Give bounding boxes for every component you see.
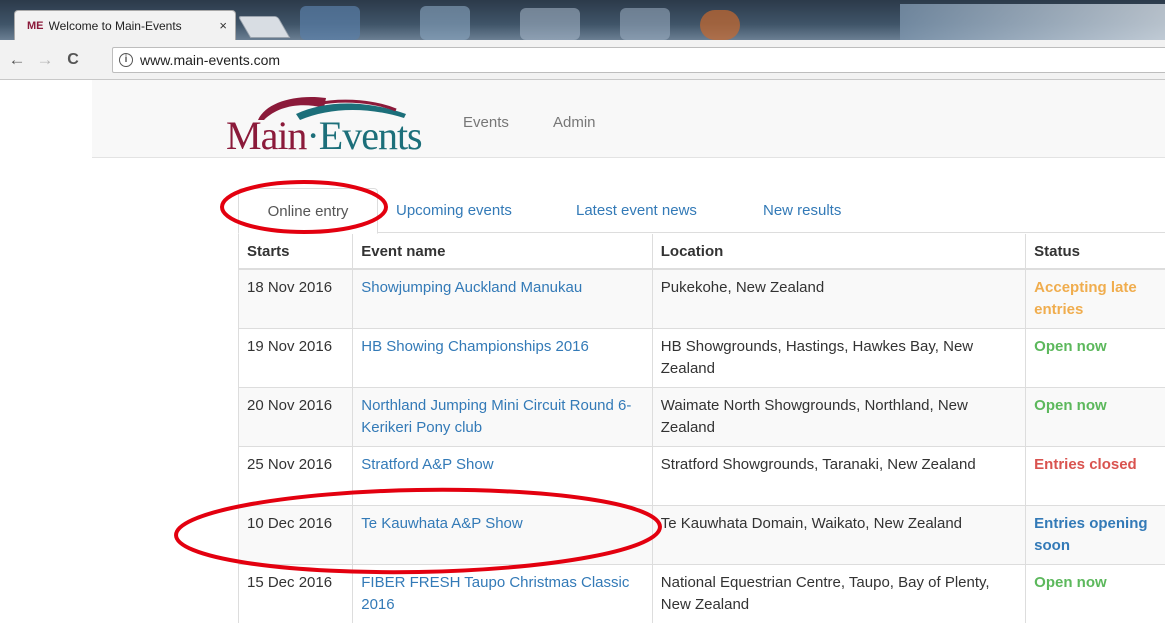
table-header-row: Starts Event name Location Status [239,234,1165,269]
event-name-link[interactable]: Stratford A&P Show [361,456,493,473]
table-row: 19 Nov 2016 HB Showing Championships 201… [239,328,1165,387]
logo-text-events: ·Events [306,113,421,158]
event-name-cell: Showjumping Auckland Manukau [353,269,653,328]
address-url: www.main-events.com [140,52,280,68]
forward-button[interactable]: → [34,50,56,70]
event-location: National Equestrian Centre, Taupo, Bay o… [652,564,1025,623]
reload-button[interactable]: C [62,51,84,69]
new-tab-button[interactable] [238,16,291,38]
event-location: Waimate North Showgrounds, Northland, Ne… [652,387,1025,446]
browser-tab-strip: ME Welcome to Main-Events × [0,0,1165,40]
site-header: Main·Events Events Admin [92,80,1165,158]
column-header-status: Status [1026,234,1165,269]
browser-tab-title: Welcome to Main-Events [49,19,211,33]
event-name-cell: Stratford A&P Show [353,446,653,505]
event-name-cell: FIBER FRESH Taupo Christmas Classic 2016 [353,564,653,623]
background-blur [300,6,360,40]
event-location: Pukekohe, New Zealand [652,269,1025,328]
event-name-link[interactable]: Showjumping Auckland Manukau [361,279,582,296]
event-status: Entries opening soon [1026,505,1165,564]
event-name-link[interactable]: FIBER FRESH Taupo Christmas Classic 2016 [361,574,629,613]
background-blur [520,8,580,40]
nav-events-link[interactable]: Events [463,114,509,131]
favicon-icon: ME [27,20,44,32]
event-status: Accepting late entries [1026,269,1165,328]
browser-tab[interactable]: ME Welcome to Main-Events × [14,10,236,40]
tab-upcoming-events[interactable]: Upcoming events [396,202,512,219]
table-row: 25 Nov 2016 Stratford A&P Show Stratford… [239,446,1165,505]
event-start-date: 10 Dec 2016 [239,505,353,564]
event-name-cell: HB Showing Championships 2016 [353,328,653,387]
tab-online-entry[interactable]: Online entry [238,188,378,234]
event-location: Stratford Showgrounds, Taranaki, New Zea… [652,446,1025,505]
table-row: 18 Nov 2016 Showjumping Auckland Manukau… [239,269,1165,328]
column-header-starts: Starts [239,234,353,269]
address-bar[interactable]: i www.main-events.com [112,47,1165,73]
event-status: Open now [1026,387,1165,446]
background-blur [420,6,470,40]
event-status: Open now [1026,564,1165,623]
event-name-cell: Northland Jumping Mini Circuit Round 6- … [353,387,653,446]
browser-toolbar: ← → C i www.main-events.com [0,40,1165,80]
event-start-date: 15 Dec 2016 [239,564,353,623]
events-table: Starts Event name Location Status 18 Nov… [238,234,1165,623]
back-button[interactable]: ← [6,50,28,70]
site-logo[interactable]: Main·Events [226,92,441,154]
close-tab-icon[interactable]: × [219,18,227,33]
logo-text-main: Main [226,113,306,158]
event-name-link[interactable]: HB Showing Championships 2016 [361,338,589,355]
event-start-date: 18 Nov 2016 [239,269,353,328]
event-location: HB Showgrounds, Hastings, Hawkes Bay, Ne… [652,328,1025,387]
background-blur [700,10,740,40]
logo-text: Main·Events [226,112,422,159]
nav-admin-link[interactable]: Admin [553,114,596,131]
event-name-link[interactable]: Northland Jumping Mini Circuit Round 6- … [361,397,631,436]
event-status: Entries closed [1026,446,1165,505]
tab-latest-event-news[interactable]: Latest event news [576,202,697,219]
info-icon[interactable]: i [119,53,133,67]
event-start-date: 19 Nov 2016 [239,328,353,387]
column-header-location: Location [652,234,1025,269]
event-start-date: 20 Nov 2016 [239,387,353,446]
tab-new-results[interactable]: New results [763,202,841,219]
background-blur [620,8,670,40]
event-status: Open now [1026,328,1165,387]
event-location: Te Kauwhata Domain, Waikato, New Zealand [652,505,1025,564]
event-name-cell: Te Kauwhata A&P Show [353,505,653,564]
event-tabs: Online entry Upcoming events Latest even… [238,188,1165,233]
background-blur [900,4,1165,40]
table-row: 10 Dec 2016 Te Kauwhata A&P Show Te Kauw… [239,505,1165,564]
table-row: 15 Dec 2016 FIBER FRESH Taupo Christmas … [239,564,1165,623]
column-header-event-name: Event name [353,234,653,269]
table-row: 20 Nov 2016 Northland Jumping Mini Circu… [239,387,1165,446]
event-name-link[interactable]: Te Kauwhata A&P Show [361,515,523,532]
event-start-date: 25 Nov 2016 [239,446,353,505]
